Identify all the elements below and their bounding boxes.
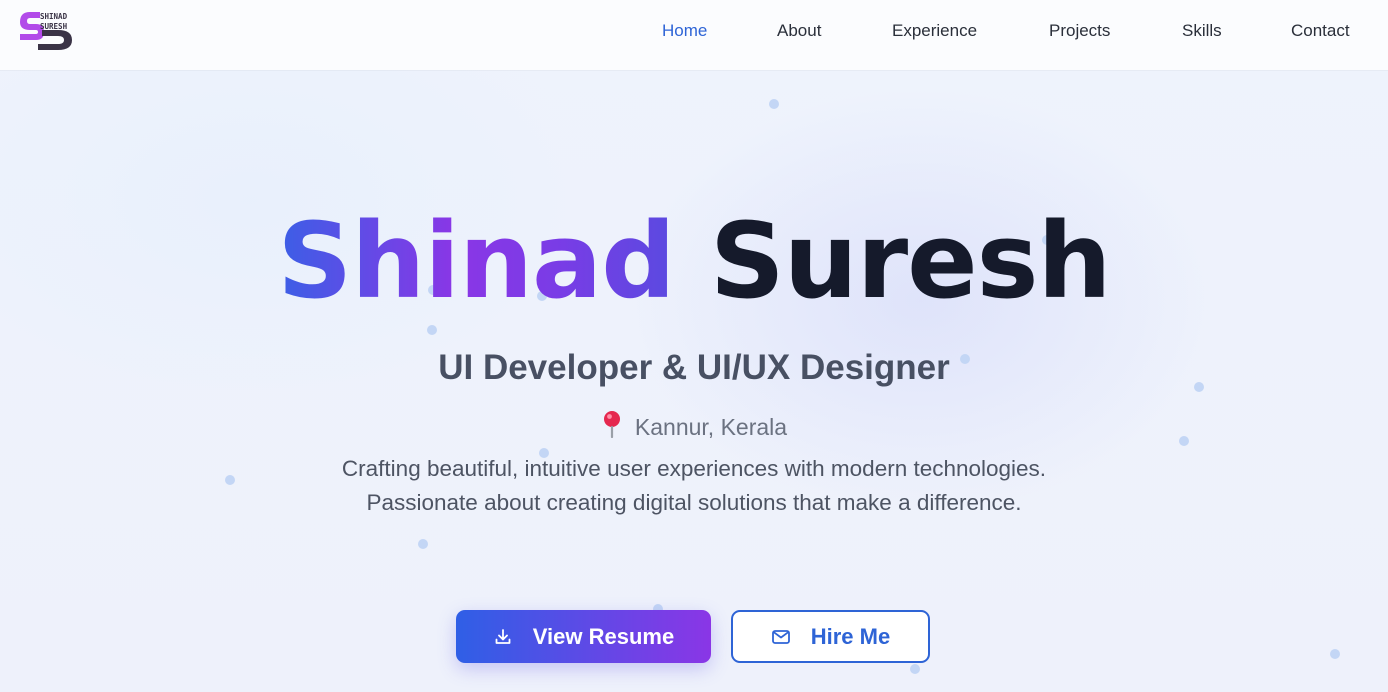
nav-projects[interactable]: Projects <box>1049 21 1110 41</box>
hero-subtitle: UI Developer & UI/UX Designer <box>438 348 950 387</box>
hero-location: Kannur, Kerala <box>0 410 1388 446</box>
hero-last-name: Suresh <box>709 200 1112 322</box>
hire-me-label: Hire Me <box>810 623 891 649</box>
nav-home[interactable]: Home <box>662 21 707 41</box>
location-text: Kannur, Kerala <box>634 414 788 440</box>
mail-icon <box>771 629 790 644</box>
navbar: SHINAD SURESH Home About Experience Proj… <box>0 0 1388 70</box>
view-resume-button[interactable]: View Resume <box>456 610 711 663</box>
decor-dot <box>1330 649 1340 659</box>
logo-text-top: SHINAD <box>40 12 68 21</box>
decor-dot <box>769 99 779 109</box>
logo-icon: SHINAD SURESH <box>20 12 72 50</box>
decor-dot <box>418 539 428 549</box>
decor-dot <box>910 664 920 674</box>
nav-experience[interactable]: Experience <box>892 21 977 41</box>
hero-description: Crafting beautiful, intuitive user exper… <box>341 456 1047 515</box>
hero-name: Shinad Suresh <box>0 196 1388 326</box>
hero-first-name: Shinad <box>277 200 675 322</box>
hire-me-button[interactable]: Hire Me <box>731 610 930 663</box>
download-icon <box>495 628 511 644</box>
view-resume-label: View Resume <box>532 623 675 649</box>
map-pin-icon <box>601 410 623 446</box>
nav-skills[interactable]: Skills <box>1182 21 1222 41</box>
decor-dot <box>427 325 437 335</box>
portfolio-page: SHINAD SURESH Home About Experience Proj… <box>0 0 1388 692</box>
logo-text-bottom: SURESH <box>40 22 68 31</box>
site-logo[interactable]: SHINAD SURESH <box>18 8 74 52</box>
decor-dot <box>225 475 235 485</box>
nav-contact[interactable]: Contact <box>1291 21 1350 41</box>
nav-about[interactable]: About <box>777 21 821 41</box>
